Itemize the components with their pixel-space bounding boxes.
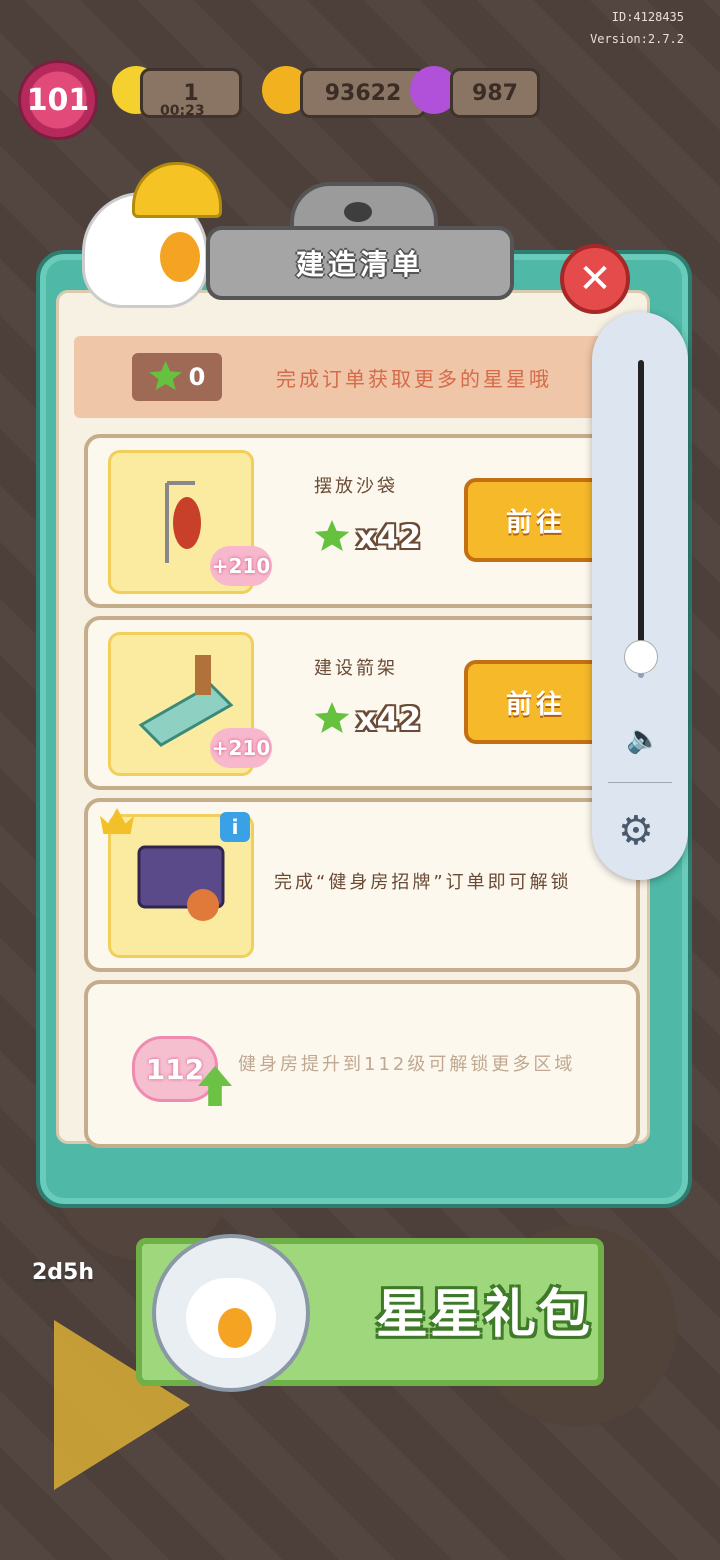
- speaker-icon[interactable]: 🔈: [626, 722, 661, 755]
- locked-task-text: 完成“健身房招牌”订单即可解锁: [274, 872, 572, 893]
- level-unlock-text: 健身房提升到112级可解锁更多区域: [238, 1054, 576, 1075]
- gem-counter[interactable]: 987: [450, 68, 540, 118]
- volume-slider-thumb[interactable]: [624, 640, 658, 674]
- task-requirement: x42: [314, 518, 421, 556]
- star-icon: [314, 520, 350, 551]
- go-button[interactable]: 前往: [464, 478, 608, 562]
- task-name: 摆放沙袋: [314, 476, 398, 497]
- task-card-arrow-rack: +210 建设箭架 x42 前往: [84, 616, 640, 790]
- banner-hint: 完成订单获取更多的星星哦: [276, 366, 552, 391]
- gear-icon[interactable]: ⚙: [618, 808, 654, 854]
- astronaut-duck-icon: [152, 1234, 310, 1392]
- info-icon[interactable]: i: [220, 812, 250, 842]
- player-id: ID:4128435: [611, 10, 684, 24]
- energy-timer: 00:23: [160, 103, 205, 119]
- star-icon: [149, 361, 182, 391]
- volume-slider-track[interactable]: [638, 360, 644, 656]
- task-requirement: x42: [314, 700, 421, 738]
- reward-badge: +210: [210, 546, 272, 586]
- clipboard-clip: 建造清单: [206, 182, 514, 310]
- close-button[interactable]: ✕: [560, 244, 630, 314]
- go-button[interactable]: 前往: [464, 660, 608, 744]
- level-heart-icon: 112: [132, 1036, 218, 1102]
- star-banner: 0 完成订单获取更多的星星哦: [74, 336, 634, 418]
- crown-icon: [100, 808, 134, 834]
- duck-mascot: [72, 162, 222, 308]
- task-card-punching-bag: +210 摆放沙袋 x42 前往: [84, 434, 640, 608]
- task-name: 建设箭架: [314, 658, 398, 679]
- coin-counter[interactable]: 93622: [300, 68, 426, 118]
- close-icon: ✕: [578, 256, 612, 302]
- volume-panel: 🔈 ⚙: [592, 312, 688, 880]
- divider: [608, 782, 672, 783]
- level-unlock-card: 112 健身房提升到112级可解锁更多区域: [84, 980, 640, 1148]
- star-icon: [314, 702, 350, 733]
- star-counter: 0: [132, 353, 222, 401]
- player-level-badge[interactable]: 101: [18, 60, 98, 140]
- panel-title: 建造清单: [295, 248, 424, 281]
- reward-badge: +210: [210, 728, 272, 768]
- version-label: Version:2.7.2: [590, 32, 684, 46]
- gift-pack-label: 星星礼包: [376, 1285, 593, 1345]
- task-card-locked-sign: i 完成“健身房招牌”订单即可解锁: [84, 798, 640, 972]
- star-gift-pack-button[interactable]: 星星礼包: [136, 1234, 604, 1392]
- side-timer: 2d5h: [32, 1260, 95, 1285]
